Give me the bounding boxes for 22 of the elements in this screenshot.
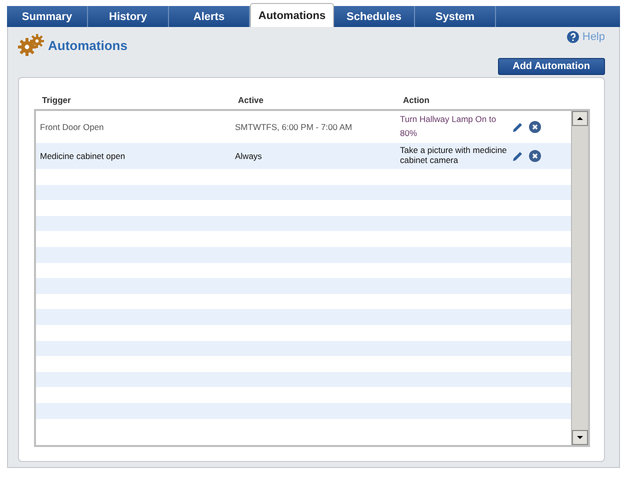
scroll-down-icon[interactable]: [572, 430, 588, 445]
page-title: Automations: [48, 38, 128, 52]
automation-row[interactable]: Medicine cabinet open Always Take a picture with medicine cabinet camera: [36, 143, 571, 169]
action-cell-text: Take a picture with medicine cabinet camera: [400, 146, 508, 166]
add-automation-button[interactable]: Add Automation: [498, 58, 605, 75]
pencil-icon[interactable]: [512, 122, 523, 132]
delete-icon[interactable]: [529, 121, 541, 133]
help-icon[interactable]: [567, 31, 580, 43]
trigger-cell-text: Front Door Open: [40, 122, 105, 132]
nav-tab[interactable]: Automations: [250, 3, 334, 27]
trigger-cell-text: Medicine cabinet open: [40, 151, 126, 161]
scroll-up-icon[interactable]: [572, 111, 588, 126]
column-header: Active: [238, 95, 265, 105]
gears-icon: [18, 34, 44, 56]
active-cell-text: Always: [235, 151, 263, 161]
action-cell-text: Turn Hallway Lamp On to 80%: [400, 113, 498, 140]
column-header: Trigger: [42, 95, 72, 105]
active-cell-text: SMTWTFS, 6:00 PM - 7:00 AM: [235, 122, 354, 132]
column-header: Action: [403, 95, 430, 105]
delete-icon[interactable]: [529, 150, 541, 162]
pencil-icon[interactable]: [512, 150, 523, 162]
scrollbar[interactable]: [571, 111, 588, 445]
